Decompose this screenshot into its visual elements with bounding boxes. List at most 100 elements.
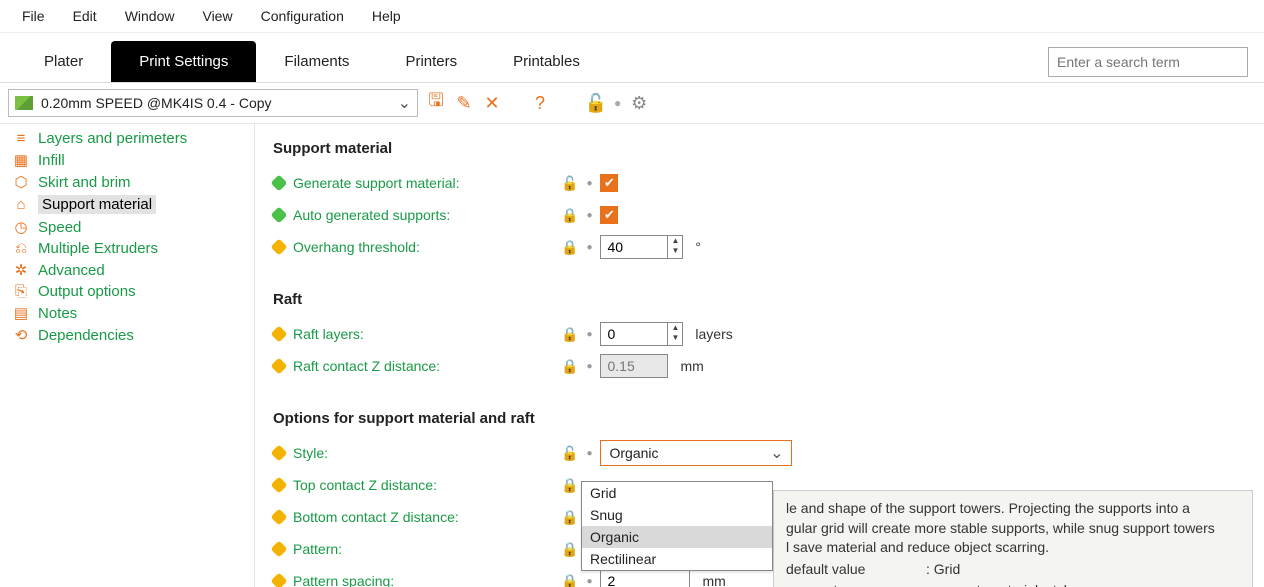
delete-icon[interactable]: ✕ (482, 93, 502, 113)
checkbox-auto-supports[interactable]: ✔ (600, 206, 618, 224)
dependencies-icon: ⟲ (12, 326, 30, 344)
menu-edit[interactable]: Edit (59, 4, 111, 28)
style-option-organic[interactable]: Organic (582, 526, 772, 548)
unit-degree: ° (695, 239, 701, 255)
save-icon[interactable]: 🖫 (426, 93, 446, 113)
style-option-grid[interactable]: Grid (582, 482, 772, 504)
tooltip-param-value: : support_material_style (926, 581, 1075, 587)
label-pattern-spacing: Pattern spacing: (293, 573, 553, 587)
tab-filaments[interactable]: Filaments (256, 41, 377, 82)
style-select[interactable]: Organic (600, 440, 792, 466)
tooltip-param-key: parameter name (786, 581, 926, 587)
sidebar-item-extruders[interactable]: ⎌Multiple Extruders (0, 238, 254, 259)
chevron-down-icon (398, 93, 411, 113)
menu-view[interactable]: View (188, 4, 246, 28)
overhang-input[interactable] (601, 236, 667, 258)
rename-icon[interactable]: ✎ (454, 93, 474, 113)
dot-icon: ● (586, 361, 592, 372)
layers-icon: ≡ (12, 130, 30, 147)
level-bullet-icon (271, 509, 288, 526)
menu-configuration[interactable]: Configuration (247, 4, 358, 28)
lock-icon[interactable]: 🔒 (561, 358, 578, 375)
checkbox-generate-support[interactable]: ✔ (600, 174, 618, 192)
lock-icon[interactable]: 🔒 (561, 541, 578, 558)
infill-icon: ▦ (12, 151, 30, 169)
row-raft-layers: Raft layers: 🔒 ● ▲▼ layers (273, 318, 1246, 350)
speed-icon: ◷ (12, 218, 30, 236)
menu-window[interactable]: Window (111, 4, 189, 28)
style-dropdown[interactable]: Grid Snug Organic Rectilinear (581, 481, 773, 571)
tab-printables[interactable]: Printables (485, 41, 608, 82)
sidebar-item-speed[interactable]: ◷ Speed (0, 216, 254, 238)
output-icon: ⎘ (12, 283, 30, 300)
dot-icon: ● (586, 242, 592, 253)
raft-contact-input (601, 355, 667, 377)
sidebar-item-infill[interactable]: ▦Infill (0, 149, 254, 171)
spin-down-icon[interactable]: ▼ (668, 246, 682, 256)
sidebar-item-support[interactable]: ⌂Support material (0, 193, 254, 216)
row-style: Style: 🔓 ● Organic (273, 437, 1246, 469)
label-top-contact-z: Top contact Z distance: (293, 477, 553, 493)
menu-file[interactable]: File (8, 4, 59, 28)
label-pattern: Pattern: (293, 541, 553, 557)
sidebar-item-skirt[interactable]: ⬡Skirt and brim (0, 171, 254, 193)
tab-print-settings[interactable]: Print Settings (111, 41, 256, 82)
label-generate-support: Generate support material: (293, 175, 553, 191)
help-icon[interactable]: ? (530, 93, 550, 113)
style-option-rectilinear[interactable]: Rectilinear (582, 548, 772, 570)
level-bullet-icon (271, 326, 288, 343)
unlock-icon[interactable]: 🔓 (561, 445, 578, 462)
style-tooltip: le and shape of the support towers. Proj… (773, 490, 1253, 587)
sidebar-item-label: Support material (38, 195, 156, 214)
style-option-snug[interactable]: Snug (582, 504, 772, 526)
sidebar-item-advanced[interactable]: ✲Advanced (0, 259, 254, 281)
dot-icon: ● (586, 329, 592, 340)
sidebar: ≡Layers and perimeters ▦Infill ⬡Skirt an… (0, 124, 255, 587)
lock-icon[interactable]: 🔒 (561, 239, 578, 256)
raft-layers-spinner[interactable]: ▲▼ (600, 322, 683, 346)
profile-select[interactable]: 0.20mm SPEED @MK4IS 0.4 - Copy (8, 89, 418, 117)
sidebar-item-dependencies[interactable]: ⟲ Dependencies (0, 324, 254, 346)
spin-up-icon[interactable]: ▲ (668, 323, 682, 333)
unlock-icon[interactable]: 🔓 (561, 175, 578, 192)
lock-toggle-icon[interactable]: 🔓 (586, 93, 606, 113)
skirt-icon: ⬡ (12, 173, 30, 191)
level-bullet-icon (271, 239, 288, 256)
spin-up-icon[interactable]: ▲ (668, 236, 682, 246)
sidebar-item-notes[interactable]: ▤Notes (0, 302, 254, 324)
lock-icon[interactable]: 🔒 (561, 326, 578, 343)
spin-down-icon[interactable]: ▼ (668, 333, 682, 343)
sidebar-item-label: Advanced (38, 262, 105, 279)
lock-icon[interactable]: 🔒 (561, 573, 578, 587)
pattern-spacing-input[interactable] (600, 569, 690, 587)
level-bullet-icon (271, 573, 288, 587)
menu-help[interactable]: Help (358, 4, 415, 28)
toolbar: 0.20mm SPEED @MK4IS 0.4 - Copy 🖫 ✎ ✕ ? 🔓… (0, 83, 1264, 124)
tab-printers[interactable]: Printers (377, 41, 485, 82)
tooltip-line2: gular grid will create more stable suppo… (786, 519, 1240, 539)
level-bullet-icon (271, 477, 288, 494)
sidebar-item-label: Dependencies (38, 327, 134, 344)
lock-icon[interactable]: 🔒 (561, 477, 578, 494)
tooltip-default-value: : Grid (926, 560, 960, 580)
lock-icon[interactable]: 🔒 (561, 509, 578, 526)
section-options-title: Options for support material and raft (273, 410, 1246, 427)
sidebar-item-label: Output options (38, 283, 136, 300)
level-bullet-icon (271, 445, 288, 462)
raft-layers-input[interactable] (601, 323, 667, 345)
profile-name: 0.20mm SPEED @MK4IS 0.4 - Copy (41, 95, 272, 111)
compare-icon[interactable]: ⚙ (629, 93, 649, 113)
dot-icon: ● (586, 210, 592, 221)
unit-layers: layers (695, 326, 732, 342)
sidebar-item-output[interactable]: ⎘ Output options (0, 281, 254, 302)
section-support-title: Support material (273, 140, 1246, 157)
sidebar-item-layers[interactable]: ≡Layers and perimeters (0, 128, 254, 149)
search-input[interactable] (1048, 47, 1248, 77)
tab-plater[interactable]: Plater (16, 41, 111, 82)
lock-icon[interactable]: 🔒 (561, 207, 578, 224)
tooltip-default-key: default value (786, 560, 926, 580)
sidebar-item-label: Speed (38, 219, 81, 236)
overhang-spinner[interactable]: ▲▼ (600, 235, 683, 259)
raft-contact-field (600, 354, 668, 378)
settings-panel: Support material Generate support materi… (255, 124, 1264, 587)
